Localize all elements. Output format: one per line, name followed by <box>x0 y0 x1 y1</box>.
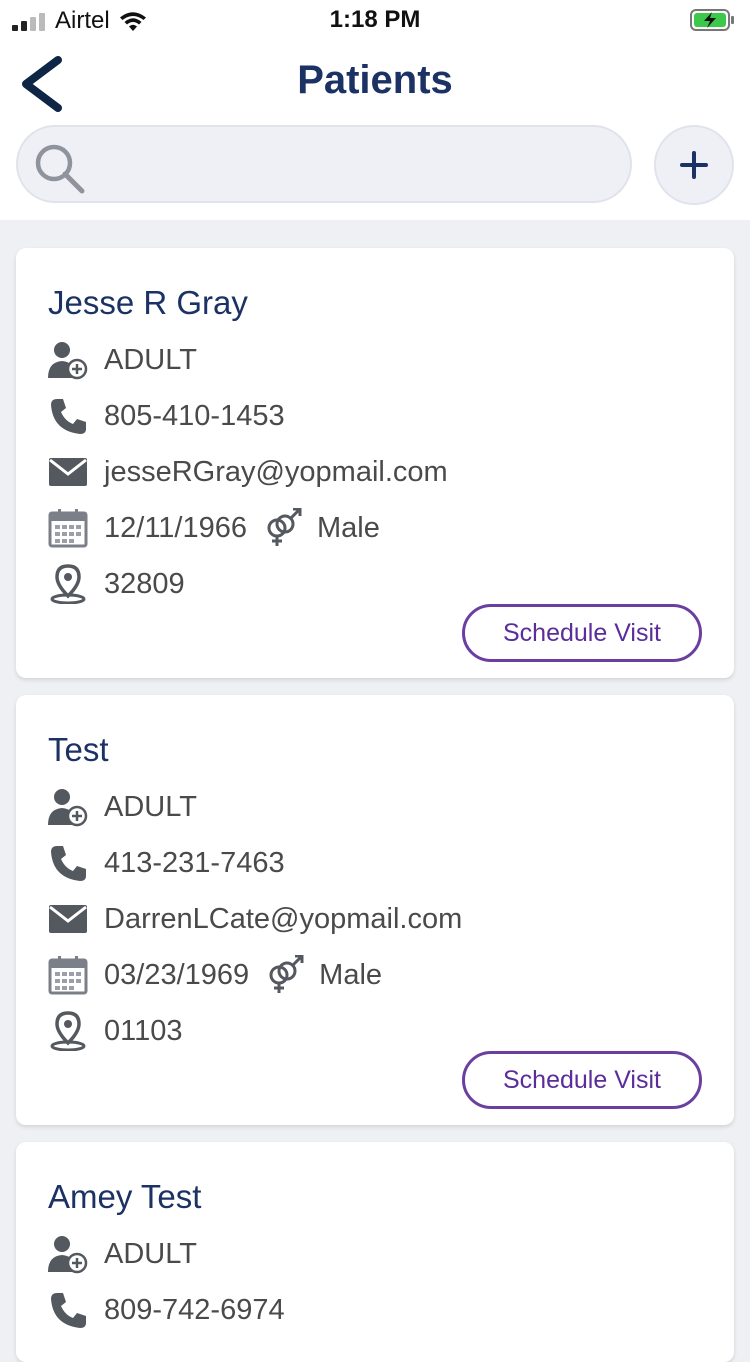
search-input[interactable] <box>98 139 612 191</box>
zip-row: 32809 <box>46 564 185 604</box>
calendar-icon <box>46 508 90 548</box>
gender-icon <box>265 955 305 995</box>
dob-gender-row: 12/11/1966 Male <box>46 508 380 548</box>
plus-icon <box>680 151 708 179</box>
patient-zip: 01103 <box>104 1014 183 1047</box>
patient-phone[interactable]: 805-410-1453 <box>104 400 285 433</box>
header: Patients <box>0 40 750 220</box>
mail-icon <box>46 452 90 492</box>
phone-icon <box>46 396 90 436</box>
phone-row: 413-231-7463 <box>46 843 285 883</box>
location-pin-icon <box>46 1011 90 1051</box>
patient-icon <box>46 340 90 380</box>
phone-row: 809-742-6974 <box>46 1290 285 1330</box>
patient-email[interactable]: jesseRGray@yopmail.com <box>104 456 448 489</box>
patient-name: Test <box>48 731 109 768</box>
patient-name: Amey Test <box>48 1178 202 1215</box>
add-patient-button[interactable] <box>654 125 734 205</box>
calendar-icon <box>46 955 90 995</box>
patient-card[interactable]: Jesse R Gray ADULT 805-410-1453 jesseRGr… <box>16 248 734 678</box>
clock: 1:18 PM <box>329 6 421 33</box>
patient-phone[interactable]: 809-742-6974 <box>104 1294 285 1327</box>
patient-type-row: ADULT <box>46 340 197 380</box>
phone-icon <box>46 1290 90 1330</box>
status-bar: Airtel 1:18 PM <box>0 0 750 40</box>
mail-icon <box>46 899 90 939</box>
patient-type: ADULT <box>104 343 197 376</box>
email-row: DarrenLCate@yopmail.com <box>46 899 462 939</box>
phone-icon <box>46 843 90 883</box>
patient-email[interactable]: DarrenLCate@yopmail.com <box>104 903 462 936</box>
location-pin-icon <box>46 564 90 604</box>
schedule-visit-button[interactable]: Schedule Visit <box>462 604 702 662</box>
gender-icon <box>263 508 303 548</box>
patient-dob: 12/11/1966 <box>104 511 247 544</box>
search-icon <box>35 144 85 194</box>
zip-row: 01103 <box>46 1011 183 1051</box>
page-title: Patients <box>297 58 453 102</box>
patient-type-row: ADULT <box>46 1234 197 1274</box>
patient-zip: 32809 <box>104 567 185 600</box>
patient-type-row: ADULT <box>46 787 197 827</box>
patient-card[interactable]: Amey Test ADULT 809-742-6974 <box>16 1142 734 1362</box>
patient-name: Jesse R Gray <box>48 284 248 321</box>
patient-gender: Male <box>317 511 380 544</box>
patient-type: ADULT <box>104 1237 197 1270</box>
patient-gender: Male <box>319 958 383 991</box>
patient-card[interactable]: Test ADULT 413-231-7463 DarrenLCate@yopm… <box>16 695 734 1125</box>
patient-dob: 03/23/1969 <box>104 958 250 991</box>
patient-phone[interactable]: 413-231-7463 <box>104 847 285 880</box>
patient-icon <box>46 1234 90 1274</box>
patient-icon <box>46 787 90 827</box>
search-bar[interactable] <box>16 125 632 203</box>
phone-row: 805-410-1453 <box>46 396 285 436</box>
schedule-visit-button[interactable]: Schedule Visit <box>462 1051 702 1109</box>
battery-charging-icon <box>690 9 734 31</box>
patient-type: ADULT <box>104 790 197 823</box>
email-row: jesseRGray@yopmail.com <box>46 452 448 492</box>
dob-gender-row: 03/23/1969 Male <box>46 955 382 995</box>
